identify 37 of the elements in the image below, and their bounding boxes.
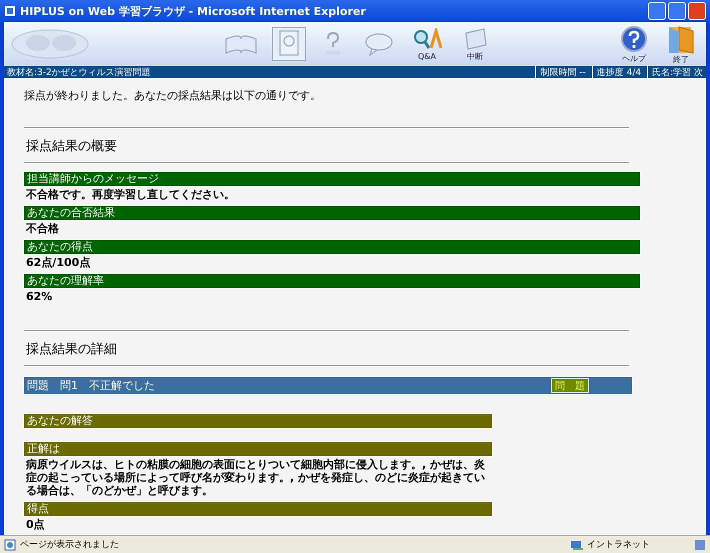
section-label: 得点 <box>24 502 492 516</box>
section-label: 正解は <box>24 442 492 456</box>
maximize-button[interactable] <box>668 2 686 20</box>
window-title: HIPLUS on Web 学習ブラウザ - Microsoft Internet Explorer <box>20 4 366 18</box>
section-heading: 採点結果の概要 <box>26 138 118 155</box>
browser-icon <box>4 5 16 17</box>
section-label: あなたの得点 <box>24 240 640 254</box>
status-text: ページが表示されました <box>20 538 119 551</box>
section-label: あなたの理解率 <box>24 274 640 288</box>
section-heading: 採点結果の詳細 <box>26 341 118 358</box>
help-icon[interactable] <box>620 24 648 52</box>
network-icon <box>570 538 584 550</box>
minimize-button[interactable] <box>648 2 666 20</box>
magnifier-icon[interactable] <box>412 28 442 52</box>
toolbar-label[interactable]: Q&A <box>418 52 436 60</box>
zone-text: イントラネット <box>587 539 650 551</box>
section-text: 0点 <box>25 517 46 532</box>
intro-text: 採点が終わりました。あなたの採点結果は以下の通りです。 <box>24 88 322 103</box>
section-text: 不合格です。再度学習し直してください。 <box>25 187 236 202</box>
page-icon <box>4 538 16 550</box>
section-text: 62% <box>25 289 54 304</box>
chat-icon[interactable] <box>364 31 394 57</box>
section-text: 不合格 <box>25 221 60 236</box>
close-button[interactable] <box>688 2 706 20</box>
toolbar-label[interactable]: 終了 <box>673 54 689 64</box>
question-status: 問題 問1 不正解でした <box>27 378 155 393</box>
material-name: 教材名:3-2かぜとウィルス演習問題 <box>7 66 151 78</box>
section-label: あなたの解答 <box>24 414 492 428</box>
section-label: 担当講師からのメッセージ <box>24 172 640 186</box>
door-icon[interactable] <box>666 24 696 54</box>
logo-icon <box>10 27 90 61</box>
resize-grip-icon <box>694 538 706 550</box>
section-label: あなたの合否結果 <box>24 206 640 220</box>
toolbar-label[interactable]: 中断 <box>467 50 483 62</box>
toolbar-label[interactable]: ヘルプ <box>622 52 646 64</box>
section-text: 62点/100点 <box>25 255 92 270</box>
section-text: 病原ウイルスは、ヒトの粘膜の細胞の表面にとりついて細胞内部に侵入します。, かぜは、炎症の起こっている場所によって呼び名が変わります。, かぜを発症し、のどに炎症が起きている場合は、「のどかぜ」と呼びます。 <box>24 457 486 498</box>
